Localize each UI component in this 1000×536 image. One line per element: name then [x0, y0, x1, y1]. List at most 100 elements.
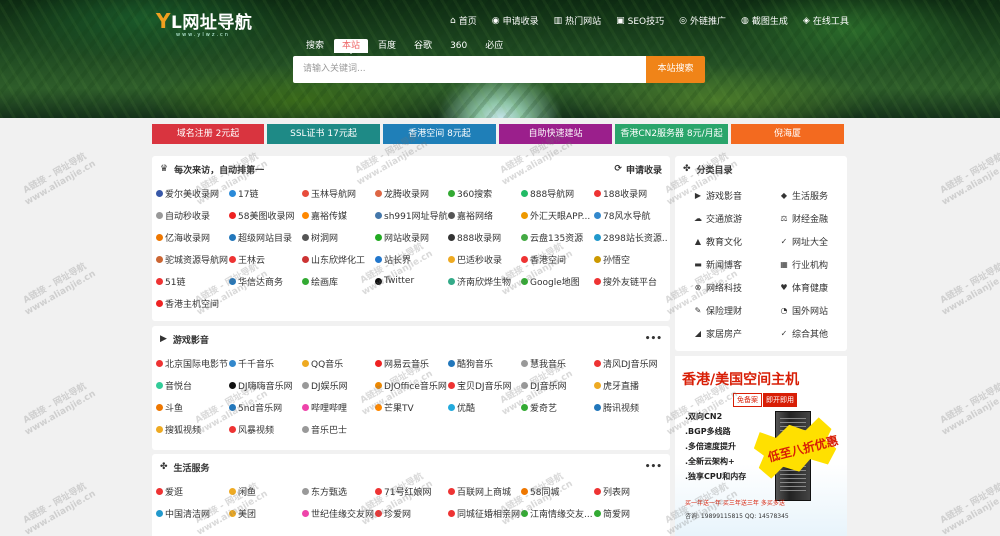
site-link[interactable]: 百联网上商城: [448, 480, 521, 502]
site-link[interactable]: 山东欣烨化工: [302, 248, 375, 270]
category-item[interactable]: ✎ 保险理财: [693, 299, 779, 322]
site-link[interactable]: 简爱网: [594, 502, 667, 524]
search-tab[interactable]: 百度: [370, 39, 404, 53]
site-link[interactable]: QQ音乐: [302, 352, 375, 374]
category-item[interactable]: ✓ 网址大全: [779, 230, 865, 253]
site-link[interactable]: 站长界: [375, 248, 448, 270]
site-link[interactable]: 香港主机空间: [156, 292, 229, 314]
site-link[interactable]: 玉林导航网: [302, 182, 375, 204]
site-link[interactable]: 同城征婚相亲网: [448, 502, 521, 524]
nav-item[interactable]: ⌂ 首页: [450, 14, 477, 28]
site-link[interactable]: 龙腾收录网: [375, 182, 448, 204]
site-logo[interactable]: YL网址导航 www.ylwz.cn: [156, 8, 252, 38]
site-link[interactable]: DJ音乐网: [521, 374, 594, 396]
site-link[interactable]: 珍爱网: [375, 502, 448, 524]
site-link[interactable]: 888导航网: [521, 182, 594, 204]
more-icon[interactable]: •••: [645, 462, 662, 472]
nav-item[interactable]: ◈ 在线工具: [803, 14, 849, 28]
site-link[interactable]: 搜外友链平台: [594, 270, 667, 292]
hosting-ad[interactable]: 香港/美国空间主机 免备案 即开即用 低至八折优惠 .双向CN2 .BGP多线路.…: [675, 356, 847, 536]
site-link[interactable]: 香港空间: [521, 248, 594, 270]
site-link[interactable]: DJOffice音乐网: [375, 374, 448, 396]
site-link[interactable]: 360搜索: [448, 182, 521, 204]
search-button[interactable]: 本站搜索: [646, 56, 705, 83]
site-link[interactable]: 17链: [229, 182, 302, 204]
promo-banner[interactable]: 香港CN2服务器 8元/月起: [615, 124, 728, 144]
site-link[interactable]: 驼城资源导航网: [156, 248, 229, 270]
site-link[interactable]: 超级网站目录: [229, 226, 302, 248]
site-link[interactable]: 58同城: [521, 480, 594, 502]
category-item[interactable]: ⚖ 财经金融: [779, 207, 865, 230]
site-link[interactable]: 宝贝DJ音乐网: [448, 374, 521, 396]
site-link[interactable]: 虎牙直播: [594, 374, 667, 396]
search-input[interactable]: 请输入关键词...: [293, 56, 649, 83]
promo-banner[interactable]: 倪海厦: [731, 124, 844, 144]
site-link[interactable]: 哔哩哔哩: [302, 396, 375, 418]
nav-item[interactable]: ◍ 截图生成: [741, 14, 788, 28]
site-link[interactable]: 网易云音乐: [375, 352, 448, 374]
site-link[interactable]: Twitter: [375, 270, 448, 292]
site-link[interactable]: 71号红娘网: [375, 480, 448, 502]
category-item[interactable]: ⊗ 网络科技: [693, 276, 779, 299]
category-item[interactable]: ☁ 交通旅游: [693, 207, 779, 230]
site-link[interactable]: 亿海收录网: [156, 226, 229, 248]
site-link[interactable]: 济南欣烨生物: [448, 270, 521, 292]
site-link[interactable]: 嘉裕传媒: [302, 204, 375, 226]
site-link[interactable]: 千千音乐: [229, 352, 302, 374]
promo-banner[interactable]: 自助快速建站: [499, 124, 612, 144]
site-link[interactable]: 树洞网: [302, 226, 375, 248]
site-link[interactable]: 云盘135资源: [521, 226, 594, 248]
category-item[interactable]: ◔ 国外网站: [779, 299, 865, 322]
apply-link[interactable]: ⟳ 申请收录: [614, 163, 662, 176]
nav-item[interactable]: ▥ 热门网站: [554, 14, 602, 28]
category-item[interactable]: ▬ 新闻博客: [693, 253, 779, 276]
nav-item[interactable]: ◎ 外链推广: [679, 14, 726, 28]
site-link[interactable]: 音乐巴士: [302, 418, 375, 440]
nav-item[interactable]: ▣ SEO技巧: [616, 14, 664, 28]
category-item[interactable]: ◆ 生活服务: [779, 184, 865, 207]
site-link[interactable]: 58美图收录网: [229, 204, 302, 226]
site-link[interactable]: 华信达商务: [229, 270, 302, 292]
search-tab[interactable]: 搜索: [298, 39, 332, 53]
site-link[interactable]: 美团: [229, 502, 302, 524]
site-link[interactable]: 风暴视频: [229, 418, 302, 440]
site-link[interactable]: 2898站长资源...: [594, 226, 667, 248]
site-link[interactable]: 斗鱼: [156, 396, 229, 418]
site-link[interactable]: 嘉裕网络: [448, 204, 521, 226]
site-link[interactable]: 腾讯视频: [594, 396, 667, 418]
site-link[interactable]: 888收录网: [448, 226, 521, 248]
site-link[interactable]: 188收录网: [594, 182, 667, 204]
site-link[interactable]: 绘画库: [302, 270, 375, 292]
category-item[interactable]: ▶ 游戏影音: [693, 184, 779, 207]
site-link[interactable]: 慧我音乐: [521, 352, 594, 374]
search-tab[interactable]: 360: [442, 39, 475, 53]
site-link[interactable]: 搜狐视频: [156, 418, 229, 440]
site-link[interactable]: 闲鱼: [229, 480, 302, 502]
category-item[interactable]: ✓ 综合其他: [779, 322, 865, 345]
site-link[interactable]: DJ嗨嗨音乐网: [229, 374, 302, 396]
site-link[interactable]: 外汇天眼APP...: [521, 204, 594, 226]
site-link[interactable]: 爱奇艺: [521, 396, 594, 418]
site-link[interactable]: 优酷: [448, 396, 521, 418]
site-link[interactable]: 世纪佳缘交友网: [302, 502, 375, 524]
site-link[interactable]: 自动秒收录: [156, 204, 229, 226]
site-link[interactable]: 芒果TV: [375, 396, 448, 418]
promo-banner[interactable]: SSL证书 17元起: [267, 124, 380, 144]
site-link[interactable]: 孙悟空: [594, 248, 667, 270]
category-item[interactable]: ▦ 行业机构: [779, 253, 865, 276]
site-link[interactable]: 东方甄选: [302, 480, 375, 502]
site-link[interactable]: 爱尔美收录网: [156, 182, 229, 204]
promo-banner[interactable]: 域名注册 2元起: [152, 124, 264, 144]
site-link[interactable]: 江南情缘交友...: [521, 502, 594, 524]
site-link[interactable]: 王林云: [229, 248, 302, 270]
search-tab[interactable]: 谷歌: [406, 39, 440, 53]
category-item[interactable]: ◢ 家居房产: [693, 322, 779, 345]
promo-banner[interactable]: 香港空间 8元起: [383, 124, 496, 144]
site-link[interactable]: 清风DJ音乐网: [594, 352, 667, 374]
site-link[interactable]: 网站收录网: [375, 226, 448, 248]
site-link[interactable]: Google地图: [521, 270, 594, 292]
site-link[interactable]: 巴适秒收录: [448, 248, 521, 270]
site-link[interactable]: 音悦台: [156, 374, 229, 396]
nav-item[interactable]: ◉ 申请收录: [492, 14, 539, 28]
site-link[interactable]: 中国清洁网: [156, 502, 229, 524]
